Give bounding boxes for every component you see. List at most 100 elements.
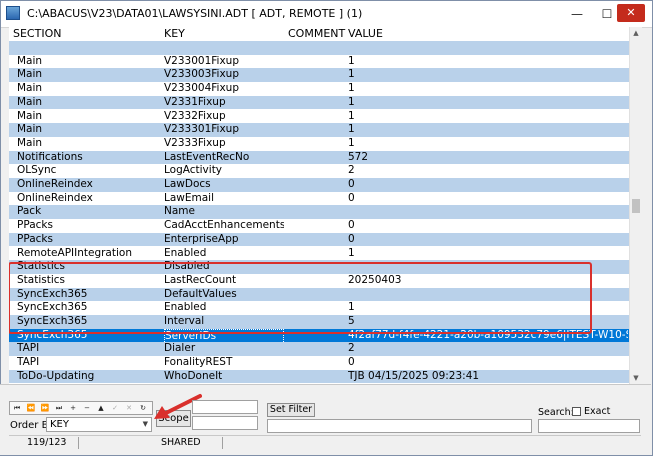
table-row[interactable]: OLSync LogActivity 2 xyxy=(9,164,629,178)
cell-key[interactable]: V2331Fixup xyxy=(164,96,284,110)
cell-section[interactable]: PPacks xyxy=(17,233,162,247)
cell-value[interactable]: 2 xyxy=(348,164,628,178)
filter-input[interactable] xyxy=(267,419,532,433)
next-page-icon[interactable]: ⏩ xyxy=(39,402,51,414)
cell-key[interactable]: V233301Fixup xyxy=(164,123,284,137)
cell-value[interactable]: 1 xyxy=(348,247,628,261)
table-row[interactable]: Main V233004Fixup 1 xyxy=(9,82,629,96)
scroll-down-icon[interactable]: ▼ xyxy=(630,372,642,384)
cell-key[interactable]: V233003Fixup xyxy=(164,68,284,82)
scope-field-top[interactable] xyxy=(192,400,258,414)
cell-section[interactable]: Pack xyxy=(17,205,162,219)
cell-key[interactable]: WhoDoneIt xyxy=(164,370,284,384)
vertical-scrollbar[interactable]: ▲ ▼ xyxy=(629,27,642,384)
cell-key[interactable]: EnterpriseApp xyxy=(164,233,284,247)
cell-value[interactable]: TJB 04/15/2025 09:23:41 xyxy=(348,370,628,384)
table-row[interactable]: TAPI Dialer 2 xyxy=(9,342,629,357)
cell-section[interactable]: Main xyxy=(17,96,162,110)
table-row[interactable]: OnlineReindex LawDocs 0 xyxy=(9,178,629,192)
delete-record-icon[interactable]: − xyxy=(81,402,93,414)
table-row[interactable]: Main V233301Fixup 1 xyxy=(9,123,629,137)
cell-section[interactable]: Notifications xyxy=(17,151,162,165)
table-row[interactable]: RemoteAPIIntegration Enabled 1 xyxy=(9,246,629,261)
cell-section[interactable]: OLSync xyxy=(17,164,162,178)
table-row[interactable]: ToDo-Updating WhoDoneIt TJB 04/15/2025 09:… xyxy=(9,369,629,384)
cell-section[interactable]: OnlineReindex xyxy=(17,192,162,206)
cell-key[interactable]: V233001Fixup xyxy=(164,55,284,69)
exact-checkbox[interactable] xyxy=(572,407,581,416)
cell-section[interactable]: TAPI xyxy=(17,342,162,356)
cell-section[interactable]: Main xyxy=(17,137,162,151)
cancel-record-icon[interactable]: ✕ xyxy=(123,402,135,414)
table-row[interactable]: Main V233001Fixup 1 xyxy=(9,54,629,69)
set-filter-button[interactable]: Set Filter xyxy=(267,403,315,417)
record-count: 119/123 xyxy=(27,437,67,448)
table-row[interactable]: TAPI FonalityREST 0 xyxy=(9,356,629,370)
edit-record-icon[interactable]: ▲ xyxy=(95,402,107,414)
scroll-up-icon[interactable]: ▲ xyxy=(630,27,642,39)
search-input[interactable] xyxy=(538,419,640,433)
column-header-value[interactable]: VALUE xyxy=(348,27,383,41)
table-row[interactable]: Notifications LastEventRecNo 572 xyxy=(9,150,629,165)
cell-value[interactable]: 1 xyxy=(348,96,628,110)
cell-key[interactable]: CadAcctEnhancements xyxy=(164,219,284,233)
cell-value[interactable]: 1 xyxy=(348,123,628,137)
close-button[interactable]: ✕ xyxy=(617,4,645,22)
cell-key[interactable]: LogActivity xyxy=(164,164,284,178)
cell-key[interactable]: V2333Fixup xyxy=(164,137,284,151)
data-grid[interactable]: SECTION KEY COMMENT VALUE Main V233001Fix… xyxy=(9,27,629,384)
minimize-button[interactable]: — xyxy=(562,1,592,27)
cell-key[interactable]: V2332Fixup xyxy=(164,110,284,124)
column-header-key[interactable]: KEY xyxy=(164,27,185,41)
cell-value[interactable]: 1 xyxy=(348,55,628,69)
cell-value[interactable]: 1 xyxy=(348,110,628,124)
column-header-section[interactable]: SECTION xyxy=(13,27,61,41)
cell-key[interactable]: LastEventRecNo xyxy=(164,151,284,165)
cell-section[interactable]: Main xyxy=(17,123,162,137)
table-row[interactable]: Pack Name xyxy=(9,205,629,220)
cell-value[interactable]: 1 xyxy=(348,82,628,96)
cell-section[interactable]: Main xyxy=(17,55,162,69)
cell-key[interactable]: LawEmail xyxy=(164,192,284,206)
order-by-select[interactable]: KEY ▼ xyxy=(46,417,152,432)
cell-key[interactable]: Dialer xyxy=(164,342,284,356)
cell-section[interactable]: Main xyxy=(17,110,162,124)
table-row[interactable]: Main V2333Fixup 1 xyxy=(9,136,629,151)
table-row[interactable]: Main V233003Fixup 1 xyxy=(9,68,629,83)
prior-page-icon[interactable]: ⏪ xyxy=(25,402,37,414)
cell-key[interactable]: Name xyxy=(164,205,284,219)
cell-value[interactable]: 2 xyxy=(348,342,628,356)
cell-section[interactable]: Main xyxy=(17,82,162,96)
cell-value[interactable]: 0 xyxy=(348,192,628,206)
cell-section[interactable]: RemoteAPIIntegration xyxy=(17,247,162,261)
table-row[interactable]: PPacks CadAcctEnhancements 0 xyxy=(9,219,629,233)
cell-value[interactable]: 1 xyxy=(348,137,628,151)
cell-value[interactable]: 0 xyxy=(348,219,628,233)
cell-key[interactable]: LawDocs xyxy=(164,178,284,192)
cell-section[interactable]: Main xyxy=(17,68,162,82)
table-row[interactable]: OnlineReindex LawEmail 0 xyxy=(9,191,629,206)
table-row[interactable]: Main V2331Fixup 1 xyxy=(9,95,629,110)
cell-section[interactable]: TAPI xyxy=(17,356,162,370)
cell-value[interactable]: 0 xyxy=(348,356,628,370)
cell-section[interactable]: OnlineReindex xyxy=(17,178,162,192)
cell-section[interactable]: PPacks xyxy=(17,219,162,233)
table-row[interactable] xyxy=(9,41,629,55)
table-row[interactable]: Main V2332Fixup 1 xyxy=(9,109,629,124)
scroll-thumb[interactable] xyxy=(632,199,640,213)
cell-key[interactable]: V233004Fixup xyxy=(164,82,284,96)
cell-section[interactable]: ToDo-Updating xyxy=(17,370,162,384)
insert-record-icon[interactable]: + xyxy=(67,402,79,414)
cell-key[interactable]: FonalityREST xyxy=(164,356,284,370)
cell-value[interactable]: 0 xyxy=(348,233,628,247)
cell-value[interactable]: 0 xyxy=(348,178,628,192)
column-header-comment[interactable]: COMMENT xyxy=(288,27,345,41)
scope-field-bottom[interactable] xyxy=(192,416,258,430)
cell-value[interactable]: 572 xyxy=(348,151,628,165)
cell-value[interactable]: 1 xyxy=(348,68,628,82)
last-record-icon[interactable]: ⏭ xyxy=(53,402,65,414)
first-record-icon[interactable]: ⏮ xyxy=(11,402,23,414)
cell-key[interactable]: Enabled xyxy=(164,247,284,261)
post-record-icon[interactable]: ✓ xyxy=(109,402,121,414)
table-row[interactable]: PPacks EnterpriseApp 0 xyxy=(9,232,629,247)
